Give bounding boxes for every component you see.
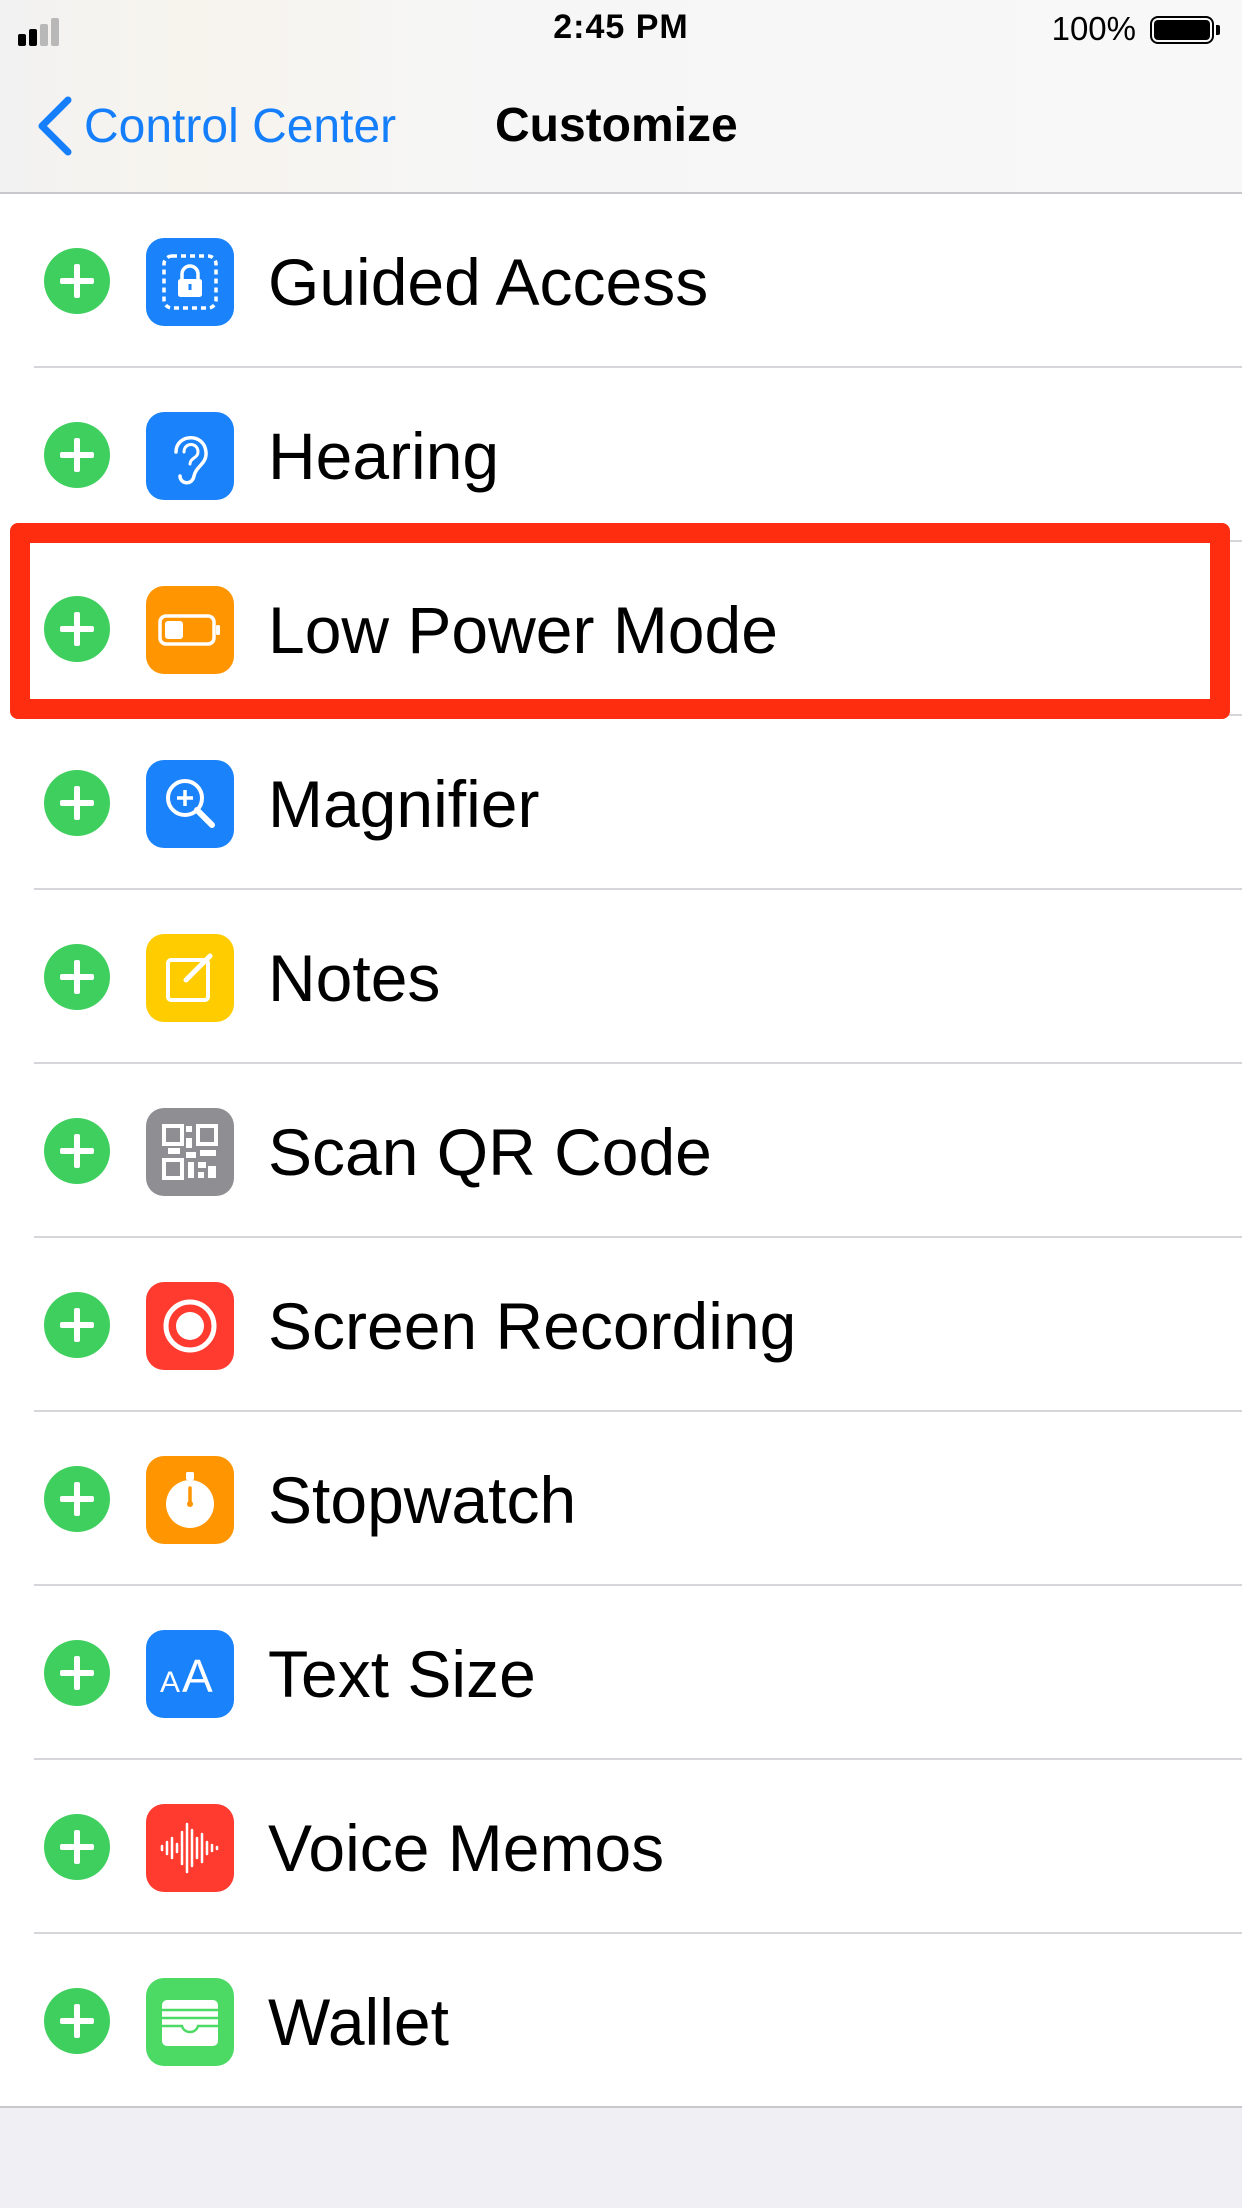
- add-button[interactable]: [44, 596, 110, 662]
- item-label: Stopwatch: [268, 1463, 577, 1537]
- add-button[interactable]: [44, 1466, 110, 1532]
- add-button[interactable]: [44, 1292, 110, 1358]
- list-item-magnifier[interactable]: Magnifier: [0, 716, 1242, 890]
- list-item-hearing[interactable]: Hearing: [0, 368, 1242, 542]
- qr-code-icon: [146, 1108, 234, 1196]
- list-item-wallet[interactable]: Wallet: [0, 1934, 1242, 2108]
- list-item-voice-memos[interactable]: Voice Memos: [0, 1760, 1242, 1934]
- add-button[interactable]: [44, 1988, 110, 2054]
- chevron-left-icon: [38, 96, 72, 156]
- page-title: Customize: [495, 99, 738, 152]
- list-item-text-size[interactable]: A A Text Size: [0, 1586, 1242, 1760]
- item-label: Hearing: [268, 419, 500, 493]
- list-item-screen-recording[interactable]: Screen Recording: [0, 1238, 1242, 1412]
- screen: 2:45 PM 100% Control Center Customize Gu…: [0, 0, 1242, 2208]
- separator: [0, 2106, 1242, 2108]
- list-item-low-power-mode[interactable]: Low Power Mode: [0, 542, 1242, 716]
- add-button[interactable]: [44, 422, 110, 488]
- item-label: Wallet: [268, 1985, 449, 2059]
- text-size-icon: A A: [146, 1630, 234, 1718]
- low-battery-icon: [146, 586, 234, 674]
- add-button[interactable]: [44, 944, 110, 1010]
- svg-text:A: A: [160, 1666, 180, 1699]
- back-button[interactable]: Control Center: [34, 92, 396, 160]
- wallet-icon: [146, 1978, 234, 2066]
- add-button[interactable]: [44, 1118, 110, 1184]
- ear-icon: [146, 412, 234, 500]
- screen-recording-icon: [146, 1282, 234, 1370]
- add-button[interactable]: [44, 1814, 110, 1880]
- item-label: Text Size: [268, 1637, 536, 1711]
- stopwatch-icon: [146, 1456, 234, 1544]
- voice-memos-icon: [146, 1804, 234, 1892]
- list-item-guided-access[interactable]: Guided Access: [0, 194, 1242, 368]
- add-button[interactable]: [44, 1640, 110, 1706]
- battery-percentage: 100%: [1051, 10, 1136, 47]
- item-label: Screen Recording: [268, 1289, 797, 1363]
- item-label: Voice Memos: [268, 1811, 665, 1885]
- back-button-label: Control Center: [84, 99, 397, 153]
- list-item-scan-qr-code[interactable]: Scan QR Code: [0, 1064, 1242, 1238]
- guided-access-icon: [146, 238, 234, 326]
- item-label: Notes: [268, 941, 441, 1015]
- add-button[interactable]: [44, 770, 110, 836]
- item-label: Guided Access: [268, 245, 709, 319]
- svg-text:A: A: [182, 1650, 213, 1702]
- list-item-notes[interactable]: Notes: [0, 890, 1242, 1064]
- top-bar: 2:45 PM 100% Control Center Customize: [0, 0, 1242, 194]
- add-button[interactable]: [44, 248, 110, 314]
- list-item-stopwatch[interactable]: Stopwatch: [0, 1412, 1242, 1586]
- battery-icon: [1150, 16, 1222, 46]
- status-bar: 2:45 PM 100%: [0, 0, 1242, 62]
- more-controls-list: Guided Access Hearing Low Power Mode Mag…: [0, 194, 1242, 2108]
- item-label: Low Power Mode: [268, 593, 778, 667]
- item-label: Scan QR Code: [268, 1115, 712, 1189]
- magnifier-icon: [146, 760, 234, 848]
- item-label: Magnifier: [268, 767, 540, 841]
- notes-icon: [146, 934, 234, 1022]
